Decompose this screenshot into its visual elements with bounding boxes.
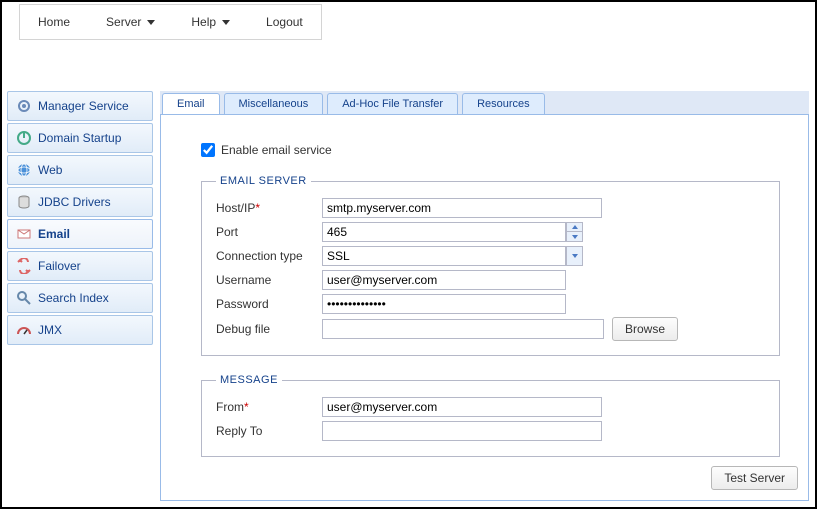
caret-down-icon <box>222 20 230 25</box>
tab-resources[interactable]: Resources <box>462 93 545 114</box>
from-label: From* <box>216 400 322 414</box>
menu-home[interactable]: Home <box>20 5 88 39</box>
connection-type-label: Connection type <box>216 249 322 263</box>
sidebar: Manager Service Domain Startup Web JDBC … <box>7 91 153 347</box>
password-label: Password <box>216 297 322 311</box>
connection-type-input[interactable] <box>322 246 566 266</box>
message-fieldset: MESSAGE From* Reply To <box>201 374 780 457</box>
menu-help[interactable]: Help <box>173 5 248 39</box>
search-icon <box>16 290 32 306</box>
gear-icon <box>16 98 32 114</box>
sidebar-item-domain-startup[interactable]: Domain Startup <box>7 123 153 153</box>
tab-label: Miscellaneous <box>239 98 309 110</box>
sidebar-item-jdbc-drivers[interactable]: JDBC Drivers <box>7 187 153 217</box>
top-menu: Home Server Help Logout <box>19 4 322 40</box>
sidebar-item-label: Web <box>38 163 62 177</box>
sidebar-item-web[interactable]: Web <box>7 155 153 185</box>
sidebar-item-label: Domain Startup <box>38 131 121 145</box>
failover-icon <box>16 258 32 274</box>
menu-server[interactable]: Server <box>88 5 173 39</box>
host-input[interactable] <box>322 198 602 218</box>
sidebar-item-label: Failover <box>38 259 81 273</box>
menu-home-label: Home <box>38 15 70 29</box>
tab-email[interactable]: Email <box>162 93 220 114</box>
port-label: Port <box>216 225 322 239</box>
menu-logout-label: Logout <box>266 15 303 29</box>
sidebar-item-search-index[interactable]: Search Index <box>7 283 153 313</box>
content-panel: Enable email service EMAIL SERVER Host/I… <box>160 115 809 501</box>
power-icon <box>16 130 32 146</box>
sidebar-item-label: JDBC Drivers <box>38 195 111 209</box>
sidebar-item-jmx[interactable]: JMX <box>7 315 153 345</box>
tab-adhoc-file-transfer[interactable]: Ad-Hoc File Transfer <box>327 93 458 114</box>
debug-file-label: Debug file <box>216 322 322 336</box>
port-spin-up[interactable] <box>567 223 582 232</box>
jmx-icon <box>16 322 32 338</box>
tab-strip: Email Miscellaneous Ad-Hoc File Transfer… <box>160 91 809 115</box>
tab-label: Email <box>177 98 205 110</box>
menu-logout[interactable]: Logout <box>248 5 321 39</box>
arrow-up-icon <box>572 225 578 229</box>
tab-label: Ad-Hoc File Transfer <box>342 98 443 110</box>
database-icon <box>16 194 32 210</box>
sidebar-item-label: JMX <box>38 323 62 337</box>
from-input[interactable] <box>322 397 602 417</box>
port-spin-down[interactable] <box>567 232 582 241</box>
chevron-down-icon <box>572 254 578 258</box>
message-legend: MESSAGE <box>216 374 282 386</box>
menu-help-label: Help <box>191 15 216 29</box>
sidebar-item-manager-service[interactable]: Manager Service <box>7 91 153 121</box>
reply-to-label: Reply To <box>216 424 322 438</box>
globe-icon <box>16 162 32 178</box>
port-input[interactable] <box>322 222 566 242</box>
email-server-legend: EMAIL SERVER <box>216 175 311 187</box>
sidebar-item-failover[interactable]: Failover <box>7 251 153 281</box>
tab-label: Resources <box>477 98 530 110</box>
tab-miscellaneous[interactable]: Miscellaneous <box>224 93 324 114</box>
enable-email-label: Enable email service <box>221 143 332 157</box>
username-label: Username <box>216 273 322 287</box>
sidebar-item-label: Search Index <box>38 291 109 305</box>
email-server-fieldset: EMAIL SERVER Host/IP* Port Connection ty… <box>201 175 780 356</box>
enable-email-checkbox[interactable] <box>201 143 215 157</box>
arrow-down-icon <box>572 235 578 239</box>
connection-type-dropdown[interactable] <box>566 246 583 266</box>
debug-file-input[interactable] <box>322 319 604 339</box>
sidebar-item-label: Email <box>38 227 70 241</box>
sidebar-item-label: Manager Service <box>38 99 129 113</box>
host-label: Host/IP* <box>216 201 322 215</box>
mail-icon <box>16 226 32 242</box>
password-input[interactable] <box>322 294 566 314</box>
menu-server-label: Server <box>106 15 141 29</box>
browse-button[interactable]: Browse <box>612 317 678 341</box>
sidebar-item-email[interactable]: Email <box>7 219 153 249</box>
test-server-button[interactable]: Test Server <box>711 466 798 490</box>
username-input[interactable] <box>322 270 566 290</box>
caret-down-icon <box>147 20 155 25</box>
reply-to-input[interactable] <box>322 421 602 441</box>
